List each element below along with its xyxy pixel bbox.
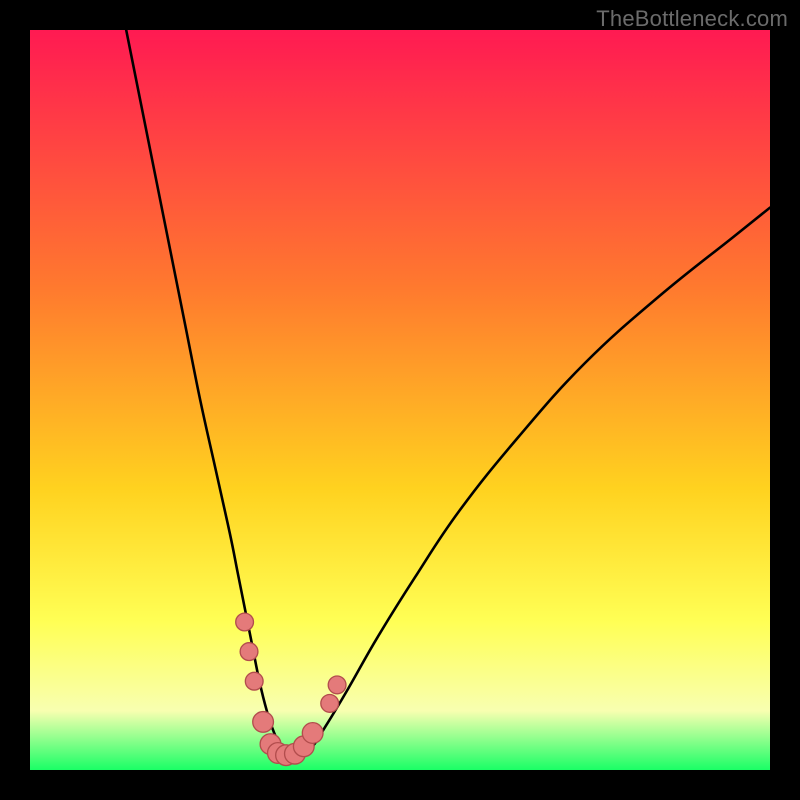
- curve-marker: [245, 672, 263, 690]
- curve-marker: [321, 695, 339, 713]
- plot-area: [30, 30, 770, 770]
- curve-marker: [236, 613, 254, 631]
- chart-svg: [30, 30, 770, 770]
- curve-marker: [253, 712, 274, 733]
- gradient-background: [30, 30, 770, 770]
- curve-marker: [302, 723, 323, 744]
- curve-marker: [328, 676, 346, 694]
- watermark-text: TheBottleneck.com: [596, 6, 788, 32]
- curve-marker: [240, 643, 258, 661]
- chart-frame: TheBottleneck.com: [0, 0, 800, 800]
